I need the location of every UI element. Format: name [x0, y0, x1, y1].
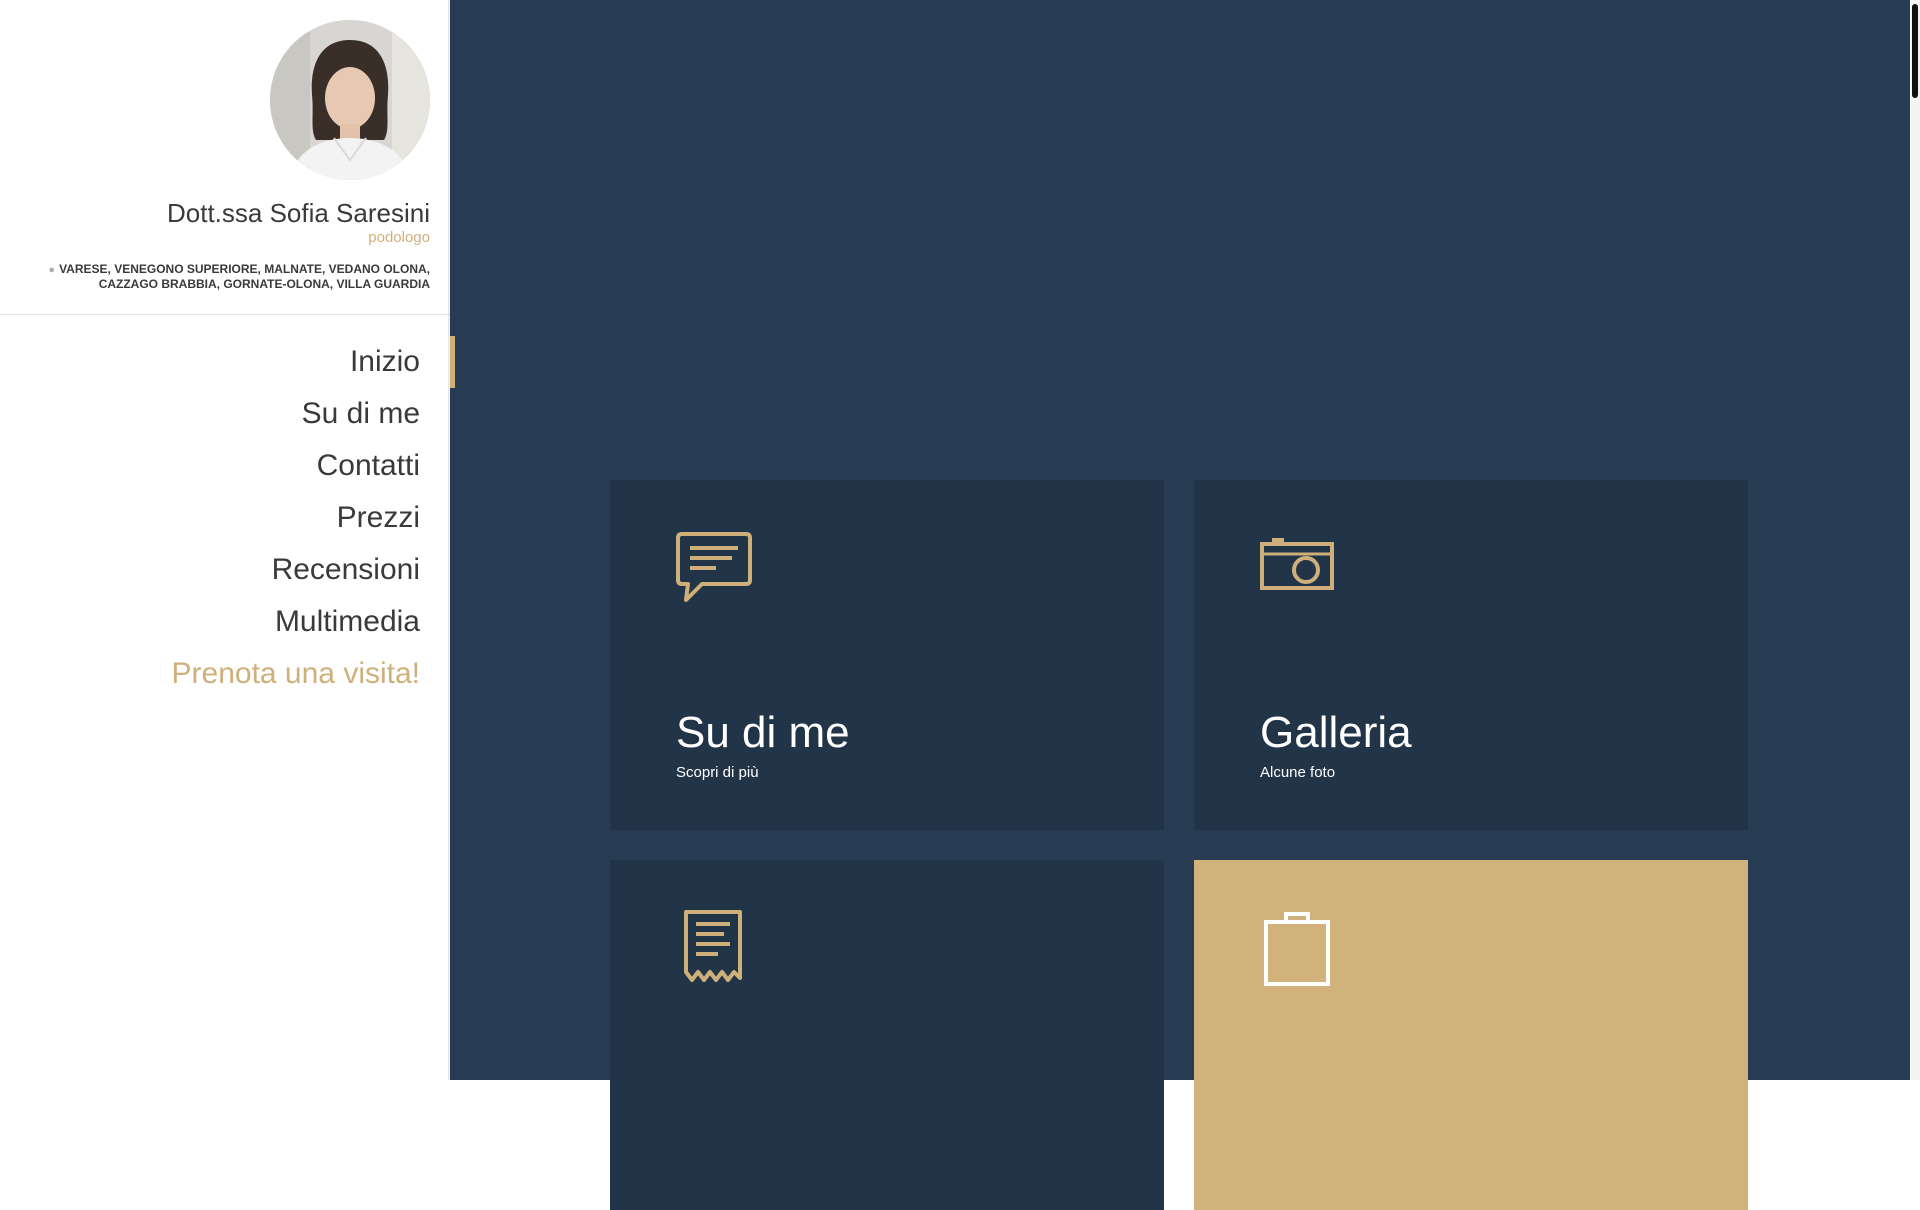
- card-booking[interactable]: [1194, 860, 1748, 1210]
- main-content: Su di me Scopri di più Galleria Alcune f…: [450, 0, 1910, 1210]
- nav-item-prezzi[interactable]: Prezzi: [0, 492, 420, 544]
- main-navigation: Inizio Su di me Contatti Prezzi Recensio…: [0, 336, 420, 700]
- doctor-photo: [270, 20, 430, 180]
- card-subtitle: Alcune foto: [1260, 764, 1336, 781]
- scrollbar-thumb[interactable]: [1912, 4, 1918, 98]
- location-areas: VARESE, VENEGONO SUPERIORE, MALNATE, VED…: [59, 262, 430, 291]
- card-about[interactable]: Su di me Scopri di più: [610, 480, 1164, 830]
- camera-icon: [1260, 530, 1336, 606]
- nav-item-su-di-me[interactable]: Su di me: [0, 388, 420, 440]
- card-title: Galleria: [1260, 708, 1412, 757]
- sidebar: Dott.ssa Sofia Saresini podologo ● VARESE…: [0, 0, 450, 1080]
- nav-item-contatti[interactable]: Contatti: [0, 440, 420, 492]
- speech-bubble-icon: [676, 530, 752, 606]
- clipboard-icon: [1260, 910, 1336, 986]
- nav-active-indicator: [450, 336, 455, 388]
- card-prices[interactable]: [610, 860, 1164, 1210]
- card-subtitle: Scopri di più: [676, 764, 759, 781]
- receipt-icon: [676, 910, 752, 986]
- book-visit-link[interactable]: Prenota una visita!: [0, 648, 420, 700]
- profession-label: podologo: [368, 229, 430, 246]
- page-scrollbar[interactable]: [1910, 0, 1920, 1080]
- doctor-name: Dott.ssa Sofia Saresini: [166, 198, 430, 228]
- map-pin-icon: ●: [48, 264, 56, 276]
- nav-item-multimedia[interactable]: Multimedia: [0, 596, 420, 648]
- sidebar-divider: [0, 314, 450, 315]
- card-gallery[interactable]: Galleria Alcune foto: [1194, 480, 1748, 830]
- location-text: ● VARESE, VENEGONO SUPERIORE, MALNATE, VE…: [20, 262, 430, 291]
- card-title: Su di me: [676, 708, 850, 757]
- nav-item-inizio[interactable]: Inizio: [0, 336, 420, 388]
- nav-item-recensioni[interactable]: Recensioni: [0, 544, 420, 596]
